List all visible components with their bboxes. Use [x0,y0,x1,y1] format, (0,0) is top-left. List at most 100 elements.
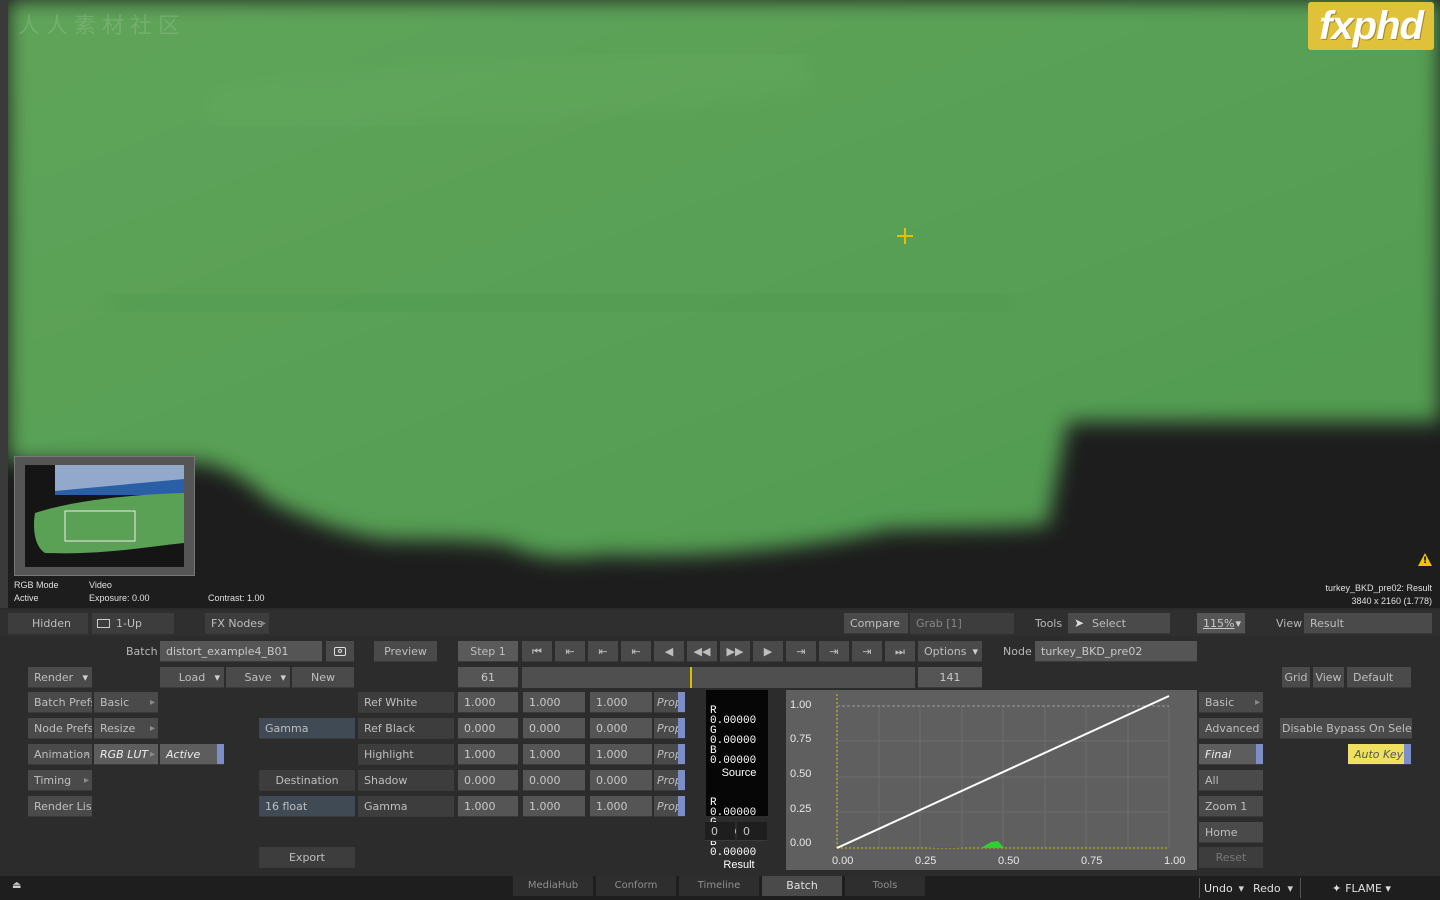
default-button[interactable]: Default [1347,667,1411,688]
prev-keyframe-icon[interactable]: ⇤ [555,641,585,662]
view-result-field[interactable]: Result [1304,613,1432,634]
eject-icon[interactable]: ⏏ [12,880,21,891]
clip-name: turkey_BKD_pre02: Result [1325,583,1432,593]
ref-black-b-field[interactable]: 0.000 [590,718,652,739]
rgb-lut-menu-button[interactable]: RGB LUT [94,744,158,765]
node-name-field[interactable]: turkey_BKD_pre02 [1035,641,1197,662]
final-toggle[interactable]: Final [1199,744,1263,765]
shadow-g-field[interactable]: 0.000 [523,770,585,791]
shadow-r-field[interactable]: 0.000 [458,770,518,791]
hidden-button[interactable]: Hidden [8,613,88,634]
shadow-prop-toggle[interactable]: Prop [654,770,685,791]
next-mark-icon[interactable]: ⇥ [819,641,849,662]
go-to-start-icon[interactable]: ⏮ [522,641,552,662]
options-dropdown[interactable]: Options [918,641,982,662]
load-dropdown[interactable]: Load [160,667,224,688]
render-list-button[interactable]: Render List [28,796,92,817]
zoom-button[interactable]: Zoom 1 [1199,796,1263,817]
view-button[interactable]: View [1313,667,1344,688]
timeline-scrubber[interactable] [522,667,915,688]
basic-tab-button[interactable]: Basic [1199,692,1263,713]
active-toggle[interactable]: Active [160,744,224,765]
gamma-r-field[interactable]: 1.000 [458,796,518,817]
ref-black-g-field[interactable]: 0.000 [523,718,585,739]
gamma-g-field[interactable]: 1.000 [523,796,585,817]
export-button[interactable]: Export [259,847,355,868]
preview-button[interactable]: Preview [374,641,437,662]
all-button[interactable]: All [1199,770,1263,791]
frame-end-field[interactable]: 141 [918,667,982,688]
ref-white-r-field[interactable]: 1.000 [458,692,518,713]
readout-field-1[interactable]: 0 [705,822,735,841]
source-g-value: G 0.00000 [710,725,757,747]
prev-cut-icon[interactable]: ⇤ [621,641,651,662]
reset-button[interactable]: Reset [1199,847,1263,868]
tab-tools[interactable]: Tools [845,876,925,896]
tab-conform[interactable]: Conform [596,876,676,896]
next-cut-icon[interactable]: ⇥ [786,641,816,662]
play-pause-icon[interactable]: ▶▶ [720,641,750,662]
watermark-text: 人人素材社区 [18,14,187,39]
grid-button[interactable]: Grid [1282,667,1310,688]
camera-icon[interactable] [326,641,354,662]
step-back-icon[interactable]: ◀ [654,641,684,662]
auto-key-toggle[interactable]: Auto Key [1348,744,1411,765]
home-button[interactable]: Home [1199,822,1263,843]
gamma-prop-toggle[interactable]: Prop [654,796,685,817]
image-viewer[interactable]: 人人素材社区 fxphd RGB Mode Active Video Expos… [0,0,1440,608]
step-forward-icon[interactable]: ▶ [753,641,783,662]
gamma-label: Gamma [358,796,454,817]
tab-batch[interactable]: Batch [762,876,842,896]
step-button[interactable]: Step 1 [458,641,518,662]
ref-black-r-field[interactable]: 0.000 [458,718,518,739]
navigator-thumbnail[interactable] [14,456,195,576]
batch-prefs-button[interactable]: Batch Prefs [28,692,92,713]
compare-button[interactable]: Compare [844,613,908,634]
advanced-tab-button[interactable]: Advanced [1199,718,1263,739]
readout-field-2[interactable]: 0 [737,822,767,841]
highlight-r-field[interactable]: 1.000 [458,744,518,765]
x-tick-label: 0.00 [832,855,853,867]
node-prefs-button[interactable]: Node Prefs [28,718,92,739]
flame-menu[interactable]: ✦ FLAME ▾ [1332,878,1402,900]
frame-start-field[interactable]: 61 [458,667,518,688]
lut-curve-editor[interactable]: 1.00 0.75 0.50 0.25 0.00 0.00 0.25 0.50 … [786,690,1197,870]
ref-white-b-field[interactable]: 1.000 [590,692,652,713]
redo-dropdown[interactable]: Redo [1253,878,1297,900]
save-dropdown[interactable]: Save [226,667,290,688]
tab-timeline[interactable]: Timeline [679,876,759,896]
timing-menu-button[interactable]: Timing [28,770,92,791]
new-button[interactable]: New [292,667,354,688]
gamma-b-field[interactable]: 1.000 [590,796,652,817]
highlight-b-field[interactable]: 1.000 [590,744,652,765]
disable-bypass-button[interactable]: Disable Bypass On Selection [1280,718,1412,739]
prev-mark-icon[interactable]: ⇤ [588,641,618,662]
ref-black-prop-toggle[interactable]: Prop [654,718,685,739]
highlight-prop-toggle[interactable]: Prop [654,744,685,765]
tab-mediahub[interactable]: MediaHub [513,876,593,896]
batch-name-field[interactable]: distort_example4_B01 [160,641,322,662]
select-tool-button[interactable]: ➤ Select [1068,613,1170,634]
crosshair-icon[interactable] [897,228,913,244]
shadow-b-field[interactable]: 0.000 [590,770,652,791]
undo-dropdown[interactable]: Undo [1204,878,1248,900]
ref-white-g-field[interactable]: 1.000 [523,692,585,713]
fx-nodes-button[interactable]: FX Nodes [205,613,269,634]
next-keyframe-icon[interactable]: ⇥ [852,641,882,662]
go-to-end-icon[interactable]: ⏭ [885,641,915,662]
gamma-mode-button[interactable]: Gamma [259,718,355,739]
ref-white-prop-toggle[interactable]: Prop [654,692,685,713]
highlight-g-field[interactable]: 1.000 [523,744,585,765]
resize-menu-button[interactable]: Resize [94,718,158,739]
depth-dropdown[interactable]: 16 float [259,796,355,817]
warning-icon[interactable]: ! [1418,553,1432,566]
render-dropdown[interactable]: Render [28,667,92,688]
basic-menu-button[interactable]: Basic [94,692,158,713]
grab-button[interactable]: Grab [1] [910,613,1014,634]
y-tick-label: 0.00 [790,837,811,849]
playhead[interactable] [690,667,692,688]
animation-menu-button[interactable]: Animation [28,744,92,765]
play-backward-icon[interactable]: ◀◀ [687,641,717,662]
zoom-dropdown[interactable]: 115% [1197,613,1245,634]
layout-button[interactable]: 1-Up [92,613,174,634]
